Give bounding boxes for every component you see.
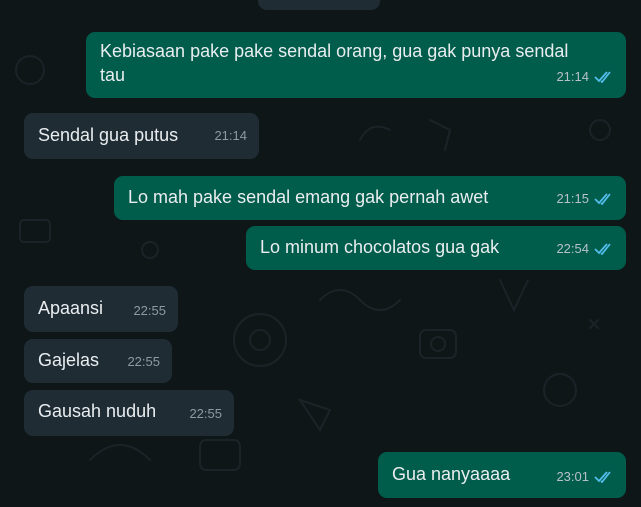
message-time: 21:14: [556, 69, 589, 84]
message-bubble-incoming[interactable]: Apaansi 22:55: [24, 286, 178, 332]
message-bubble-outgoing[interactable]: Kebiasaan pake pake sendal orang, gua ga…: [86, 32, 626, 98]
read-double-check-icon: [594, 193, 611, 205]
message-time: 21:14: [214, 128, 247, 143]
message-time: 22:55: [127, 354, 160, 369]
read-double-check-icon: [594, 471, 611, 483]
message-meta: 21:14: [556, 65, 614, 89]
read-double-check-icon: [594, 71, 611, 83]
partial-message-bubble: [258, 0, 380, 10]
message-meta: 22:55: [127, 350, 160, 374]
message-time: 22:55: [189, 406, 222, 421]
message-text: Kebiasaan pake pake sendal orang, gua ga…: [100, 41, 569, 85]
message-meta: 22:54: [556, 237, 614, 261]
message-bubble-outgoing[interactable]: Lo minum chocolatos gua gak 22:54: [246, 226, 626, 270]
read-double-check-icon: [594, 243, 611, 255]
message-time: 22:55: [133, 303, 166, 318]
message-meta: 21:15: [556, 187, 614, 211]
message-meta: 22:55: [189, 402, 222, 426]
message-meta: 21:14: [214, 124, 247, 148]
message-bubble-incoming[interactable]: Gajelas 22:55: [24, 339, 172, 383]
message-time: 23:01: [556, 469, 589, 484]
message-bubble-incoming[interactable]: Gausah nuduh 22:55: [24, 390, 234, 436]
message-bubble-incoming[interactable]: Sendal gua putus 21:14: [24, 113, 259, 159]
message-bubble-outgoing[interactable]: Gua nanyaaaa 23:01: [378, 452, 626, 498]
message-bubble-outgoing[interactable]: Lo mah pake sendal emang gak pernah awet…: [114, 176, 626, 220]
message-text: Lo mah pake sendal emang gak pernah awet: [128, 187, 489, 207]
message-meta: 23:01: [556, 465, 614, 489]
message-meta: 22:55: [133, 299, 166, 323]
message-time: 21:15: [556, 191, 589, 206]
message-time: 22:54: [556, 241, 589, 256]
